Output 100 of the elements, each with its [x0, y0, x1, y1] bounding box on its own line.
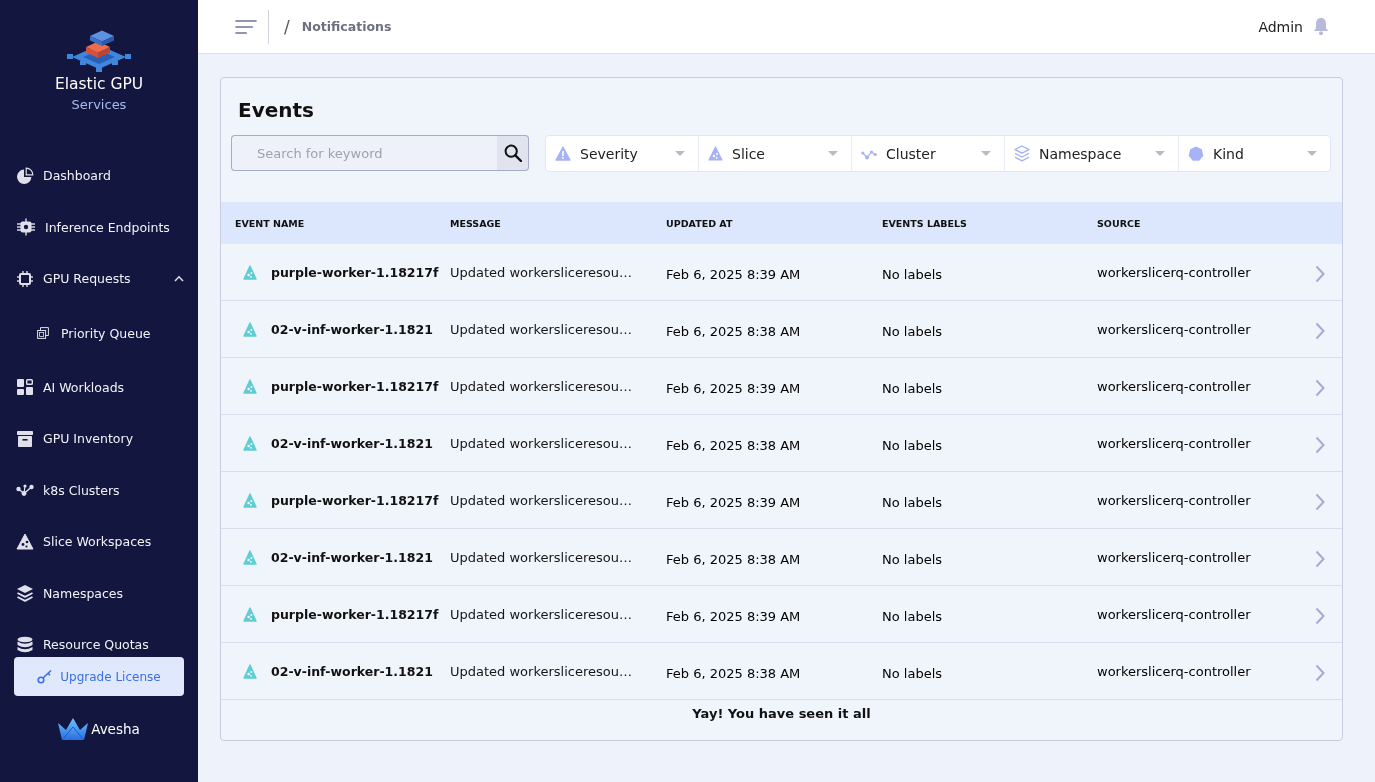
dotted-triangle-icon [243, 264, 257, 280]
table-cell: Feb 6, 2025 8:39 AM [666, 608, 801, 624]
brand-subtitle: Services [71, 96, 127, 114]
table-cell: workerslicerq-controller [1097, 663, 1251, 679]
table-cell: Updated workersliceresou… [450, 378, 632, 394]
chevron-right-icon[interactable] [1315, 379, 1325, 397]
table-cell: Updated workersliceresou… [450, 264, 632, 280]
caret-down-icon [828, 151, 838, 156]
nav-item[interactable]: k8s Clusters [16, 482, 120, 498]
dotted-triangle-icon [16, 533, 34, 551]
nav-item[interactable]: GPU Inventory [16, 429, 134, 448]
chevron-right-icon[interactable] [1315, 550, 1325, 568]
connected-nodes-icon [16, 483, 34, 498]
caret-up-icon[interactable] [174, 275, 184, 283]
table-cell: workerslicerq-controller [1097, 606, 1251, 622]
dotted-triangle-icon [243, 378, 257, 394]
table-cell: Feb 6, 2025 8:38 AM [666, 665, 801, 681]
event-name: purple-worker-1.18217f [271, 378, 439, 394]
caret-down-icon [1155, 151, 1165, 156]
dotted-triangle-icon [243, 606, 257, 622]
heptagon-icon [1188, 145, 1204, 162]
nav-subitem[interactable]: Priority Queue [37, 325, 151, 341]
table-cell: Updated workersliceresou… [450, 321, 632, 337]
table-cell: Feb 6, 2025 8:39 AM [666, 380, 801, 396]
table-cell: Feb 6, 2025 8:39 AM [666, 266, 801, 282]
upgrade-license-button[interactable]: Upgrade License [14, 657, 184, 696]
processor-icon [16, 218, 36, 237]
event-name: purple-worker-1.18217f [271, 606, 439, 622]
caret-down-icon [675, 151, 685, 156]
nav-item[interactable]: Slice Workspaces [16, 533, 152, 551]
column-header: EVENTS LABELS [882, 217, 967, 229]
table-cell: Feb 6, 2025 8:38 AM [666, 323, 801, 339]
end-of-list-message: Yay! You have seen it all [692, 706, 871, 721]
chevron-right-icon[interactable] [1315, 664, 1325, 682]
table-cell: workerslicerq-controller [1097, 321, 1251, 337]
table-cell: Feb 6, 2025 8:38 AM [666, 437, 801, 453]
breadcrumb-separator: / [284, 16, 290, 37]
caret-down-icon [1307, 151, 1317, 156]
stacked-squares-icon [37, 327, 49, 339]
table-cell: Updated workersliceresou… [450, 663, 632, 679]
table-cell: No labels [882, 323, 943, 339]
chevron-right-icon[interactable] [1315, 607, 1325, 625]
filter-dropdown[interactable]: Slice [699, 136, 852, 171]
nav-item[interactable]: Resource Quotas [16, 635, 149, 654]
table-cell: No labels [882, 437, 943, 453]
pie-chart-icon [16, 166, 34, 185]
chevron-right-icon[interactable] [1315, 265, 1325, 283]
filter-dropdown[interactable]: Severity [546, 136, 699, 171]
layers-icon [1014, 145, 1030, 162]
table-cell: workerslicerq-controller [1097, 378, 1251, 394]
table-cell: No labels [882, 266, 943, 282]
company-name: Avesha [91, 721, 140, 737]
warning-icon [555, 146, 571, 161]
chevron-right-icon[interactable] [1315, 322, 1325, 340]
caret-down-icon [981, 151, 991, 156]
user-name[interactable]: Admin [1258, 18, 1303, 35]
nav-item[interactable]: Inference Endpoints [16, 218, 170, 237]
table-cell: No labels [882, 608, 943, 624]
stacked-blocks-logo-icon [66, 28, 132, 72]
chip-icon [16, 269, 34, 288]
event-name: 02-v-inf-worker-1.1821 [271, 435, 433, 451]
dotted-triangle-icon [243, 321, 257, 337]
column-header: MESSAGE [450, 217, 501, 229]
dotted-triangle-icon [243, 435, 257, 451]
layers-icon [16, 584, 34, 603]
grid-icon [16, 378, 34, 397]
column-header: UPDATED AT [666, 217, 733, 229]
table-cell: workerslicerq-controller [1097, 549, 1251, 565]
nav-item[interactable]: GPU Requests [16, 269, 131, 288]
nav-item[interactable]: Namespaces [16, 584, 124, 603]
table-cell: Feb 6, 2025 8:38 AM [666, 551, 801, 567]
dotted-triangle-icon [243, 549, 257, 565]
column-header: EVENT NAME [235, 217, 305, 229]
bell-icon[interactable] [1312, 17, 1330, 36]
dotted-triangle-icon [243, 663, 257, 679]
event-name: purple-worker-1.18217f [271, 492, 439, 508]
filter-dropdown[interactable]: Namespace [1005, 136, 1179, 171]
table-cell: Updated workersliceresou… [450, 549, 632, 565]
page-title: Events [238, 98, 314, 122]
table-cell: No labels [882, 494, 943, 510]
key-icon [37, 669, 53, 684]
table-cell: workerslicerq-controller [1097, 264, 1251, 280]
filter-dropdown[interactable]: Kind [1179, 136, 1330, 171]
table-cell: No labels [882, 665, 943, 681]
breadcrumb-current: Notifications [301, 19, 392, 34]
nav-item[interactable]: AI Workloads [16, 378, 125, 397]
chevron-right-icon[interactable] [1315, 436, 1325, 454]
filter-dropdown[interactable]: Cluster [852, 136, 1005, 171]
brand-name: Elastic GPU [54, 74, 144, 95]
event-name: purple-worker-1.18217f [271, 264, 439, 280]
nav-item[interactable]: Dashboard [16, 166, 111, 185]
table-cell: No labels [882, 380, 943, 396]
crown-logo-icon [58, 718, 89, 740]
table-cell: No labels [882, 551, 943, 567]
archive-box-icon [16, 429, 34, 448]
chevron-right-icon[interactable] [1315, 493, 1325, 511]
dotted-triangle-icon [243, 492, 257, 508]
column-header: SOURCE [1097, 217, 1141, 229]
menu-icon[interactable] [235, 18, 257, 35]
event-name: 02-v-inf-worker-1.1821 [271, 321, 433, 337]
